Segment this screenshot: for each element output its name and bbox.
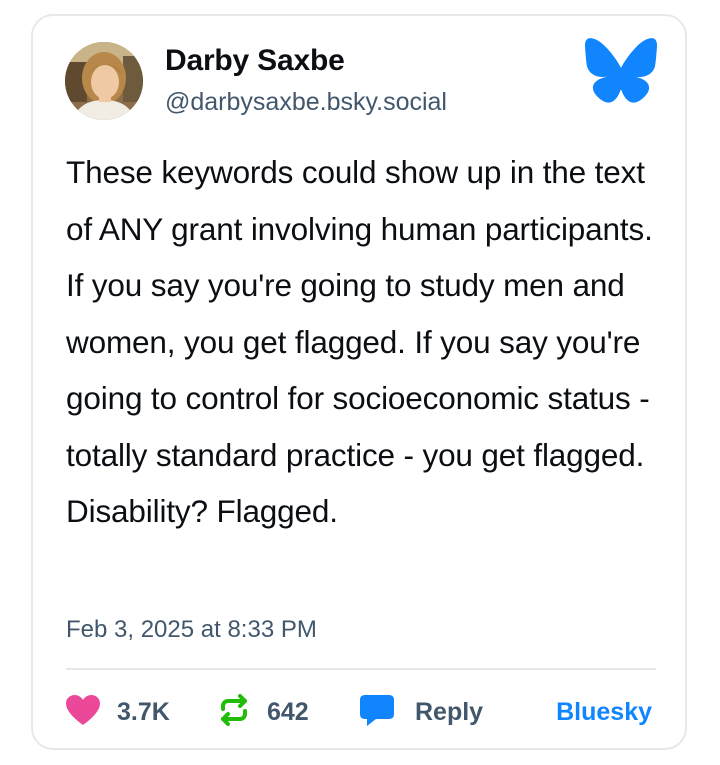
heart-icon <box>65 694 101 731</box>
open-in-bluesky-link[interactable]: Bluesky <box>556 698 652 727</box>
profile-photo-icon <box>65 42 143 120</box>
author-name[interactable]: Darby Saxbe <box>165 44 345 78</box>
repost-count: 642 <box>267 697 309 726</box>
like-button[interactable]: 3.7K <box>65 694 170 730</box>
repost-button[interactable]: 642 <box>217 693 309 732</box>
post-timestamp[interactable]: Feb 3, 2025 at 8:33 PM <box>66 616 317 644</box>
like-count: 3.7K <box>117 697 170 726</box>
author-handle[interactable]: @darbysaxbe.bsky.social <box>165 88 447 117</box>
bluesky-butterfly-icon[interactable] <box>585 38 657 104</box>
reply-label: Reply <box>415 697 484 726</box>
repost-icon <box>217 693 251 732</box>
post-card: Darby Saxbe @darbysaxbe.bsky.social Thes… <box>31 14 687 750</box>
reply-button[interactable]: Reply <box>359 694 483 730</box>
post-text: These keywords could show up in the text… <box>66 154 653 529</box>
author-avatar[interactable] <box>65 42 143 120</box>
speech-bubble-icon <box>359 693 395 732</box>
divider <box>66 668 656 670</box>
